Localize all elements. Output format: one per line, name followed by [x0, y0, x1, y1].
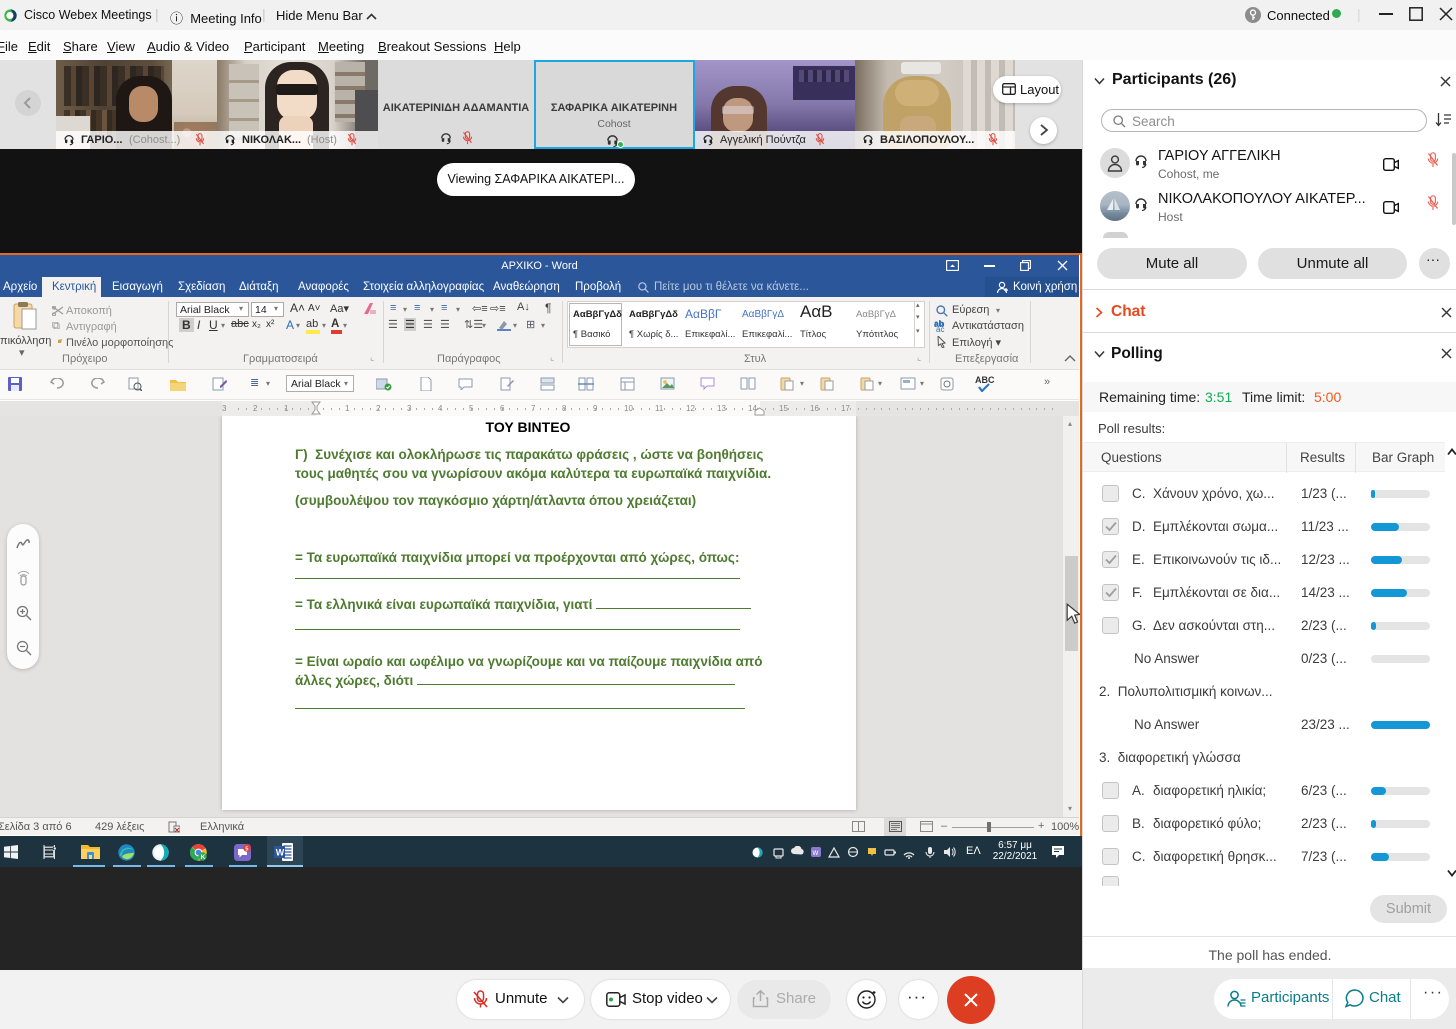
svg-text:W: W [276, 847, 285, 857]
svg-text:w: w [812, 848, 819, 857]
svg-text:ac: ac [936, 325, 944, 332]
svg-text:K: K [201, 854, 206, 861]
